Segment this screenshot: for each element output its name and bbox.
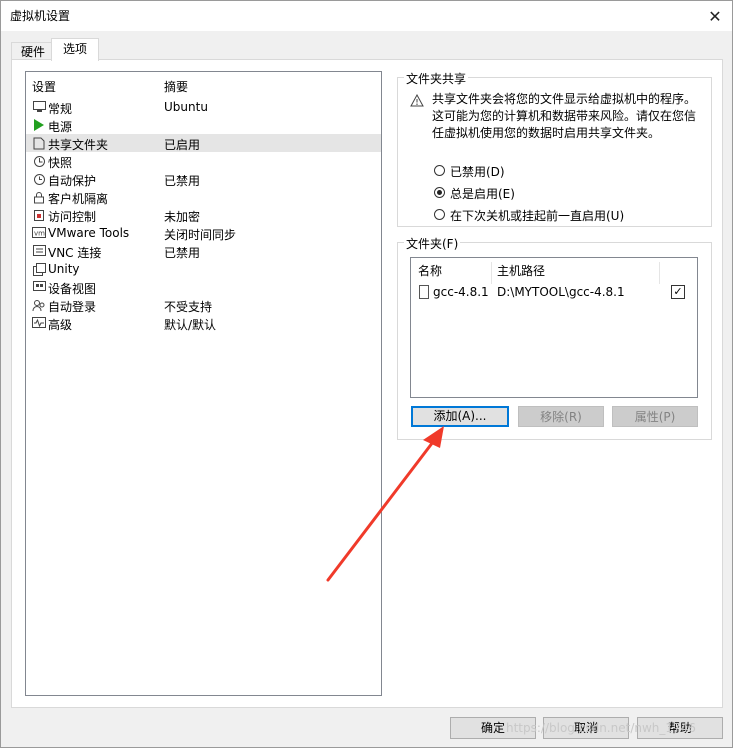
power-play-icon	[32, 118, 46, 132]
folders-table[interactable]: 名称 主机路径 gcc-4.8.1 D:\MYTOOL\gcc-4.8.1 ✓	[410, 257, 698, 398]
column-name: 名称	[418, 264, 443, 278]
header-setting: 设置	[32, 80, 57, 94]
settings-row-general[interactable]: 常规 Ubuntu	[26, 98, 381, 116]
settings-row-name: 高级	[48, 318, 73, 332]
radio-button[interactable]	[434, 187, 445, 198]
vnc-icon	[32, 244, 46, 258]
folders-group: 文件夹(F) 名称 主机路径 gcc-4.8.1 D:\MYTOOL\gcc-4…	[397, 235, 712, 440]
settings-row-name: 快照	[48, 156, 73, 170]
settings-row-name: 访问控制	[48, 210, 97, 224]
settings-row-summary: 不受支持	[164, 300, 213, 314]
settings-row-summary: 已禁用	[164, 246, 201, 260]
lock-icon	[32, 190, 46, 204]
settings-row-vnc[interactable]: VNC 连接 已禁用	[26, 242, 381, 260]
settings-row-name: 设备视图	[48, 282, 97, 296]
settings-list[interactable]: 设置 摘要 常规 Ubuntu 电源 共享文件夹 已启用 快照 自动保护 已禁用…	[25, 71, 382, 696]
settings-row-name: VNC 连接	[48, 246, 102, 260]
settings-row-power[interactable]: 电源	[26, 116, 381, 134]
svg-text:vm: vm	[34, 230, 45, 238]
settings-row-unity[interactable]: Unity	[26, 260, 381, 278]
settings-row-isolation[interactable]: 客户机隔离	[26, 188, 381, 206]
watermark-text: https://blog.csdn.net/nwh_1746	[506, 721, 696, 735]
settings-row-name: 常规	[48, 102, 73, 116]
settings-row-access-control[interactable]: 访问控制 未加密	[26, 206, 381, 224]
settings-row-summary: 已禁用	[164, 174, 201, 188]
folder-host-path: D:\MYTOOL\gcc-4.8.1	[497, 285, 625, 299]
settings-row-autoprotect[interactable]: 自动保护 已禁用	[26, 170, 381, 188]
advanced-icon	[32, 316, 46, 330]
folder-sharing-group: 文件夹共享 共享文件夹会将您的文件显示给虚拟机中的程序。这可能为您的计算机和数据…	[397, 70, 712, 227]
settings-row-name: Unity	[48, 262, 80, 276]
shared-folder-icon	[32, 136, 46, 150]
folders-table-header: 名称 主机路径	[411, 258, 697, 284]
settings-row-summary: 默认/默认	[164, 318, 217, 332]
folder-enabled-checkbox[interactable]: ✓	[671, 285, 685, 299]
settings-row-name: 自动保护	[48, 174, 97, 188]
users-icon	[32, 298, 46, 312]
settings-row-snapshot[interactable]: 快照	[26, 152, 381, 170]
settings-row-name: 自动登录	[48, 300, 97, 314]
warning-text: 共享文件夹会将您的文件显示给虚拟机中的程序。这可能为您的计算机和数据带来风险。请…	[432, 92, 697, 140]
device-view-icon	[32, 280, 46, 294]
radio-label: 在下次关机或挂起前一直启用(U)	[450, 209, 625, 223]
vm-icon: vm	[32, 226, 46, 240]
close-button[interactable]: ✕	[698, 1, 732, 31]
options-panel: 设置 摘要 常规 Ubuntu 电源 共享文件夹 已启用 快照 自动保护 已禁用…	[11, 59, 723, 708]
radio-button[interactable]	[434, 209, 445, 220]
settings-row-advanced[interactable]: 高级 默认/默认	[26, 314, 381, 332]
unity-icon	[32, 262, 46, 276]
settings-row-vmware-tools[interactable]: vm VMware Tools 关闭时间同步	[26, 224, 381, 242]
column-host-path: 主机路径	[497, 264, 546, 278]
settings-row-name: 共享文件夹	[48, 138, 109, 152]
add-button[interactable]: 添加(A)...	[411, 406, 509, 427]
warning-icon	[410, 93, 424, 108]
settings-row-summary: 已启用	[164, 138, 201, 152]
snapshot-icon	[32, 154, 46, 168]
settings-row-summary: Ubuntu	[164, 100, 208, 114]
radio-label: 已禁用(D)	[450, 165, 505, 179]
file-icon	[419, 285, 429, 299]
title-bar: 虚拟机设置 ✕	[1, 1, 732, 31]
folders-legend: 文件夹(F)	[404, 235, 461, 252]
folder-row[interactable]: gcc-4.8.1 D:\MYTOOL\gcc-4.8.1 ✓	[411, 281, 697, 301]
settings-list-header: 设置 摘要	[26, 76, 381, 94]
folder-name: gcc-4.8.1	[433, 285, 489, 299]
radio-label: 总是启用(E)	[450, 187, 515, 201]
header-summary: 摘要	[164, 80, 189, 94]
settings-row-shared-folders[interactable]: 共享文件夹 已启用	[26, 134, 381, 152]
settings-row-device-view[interactable]: 设备视图	[26, 278, 381, 296]
access-control-icon	[32, 208, 46, 222]
clock-icon	[32, 172, 46, 186]
window-title: 虚拟机设置	[10, 9, 71, 23]
settings-row-name: VMware Tools	[48, 226, 130, 240]
folder-sharing-legend: 文件夹共享	[404, 70, 469, 87]
properties-button[interactable]: 属性(P)	[612, 406, 698, 427]
remove-button[interactable]: 移除(R)	[518, 406, 604, 427]
vm-settings-window: 虚拟机设置 ✕ 硬件 选项 设置 摘要 常规 Ubuntu 电源 共享文件夹 已…	[0, 0, 733, 748]
tab-options[interactable]: 选项	[51, 38, 99, 61]
settings-row-autologin[interactable]: 自动登录 不受支持	[26, 296, 381, 314]
radio-button[interactable]	[434, 165, 445, 176]
monitor-icon	[32, 100, 46, 114]
settings-row-summary: 未加密	[164, 210, 201, 224]
settings-row-name: 电源	[48, 120, 73, 134]
settings-row-summary: 关闭时间同步	[164, 228, 237, 242]
settings-row-name: 客户机隔离	[48, 192, 109, 206]
